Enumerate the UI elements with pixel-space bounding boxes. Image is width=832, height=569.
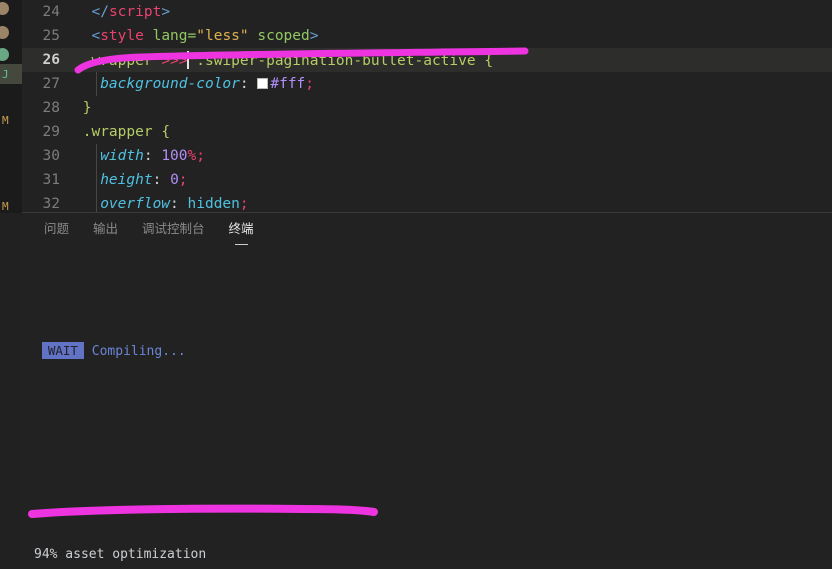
token-css-property: overflow: [100, 196, 171, 212]
token-number: 100: [161, 148, 188, 164]
tab-label: 输出: [93, 222, 119, 236]
code-line[interactable]: 28 }: [22, 96, 832, 120]
token-colon: :: [170, 196, 188, 212]
line-number: 25: [42, 28, 60, 44]
tab-problems[interactable]: 问题: [32, 215, 81, 243]
token-attr-name: lang=: [143, 28, 197, 44]
code-content[interactable]: .wrapper >>> .swiper-pagination-bullet-a…: [74, 51, 493, 69]
line-number: 26: [42, 52, 60, 68]
code-content[interactable]: overflow: hidden;: [74, 196, 249, 212]
explorer-marker-js-icon: J: [2, 68, 9, 81]
code-content[interactable]: .wrapper {: [74, 124, 170, 140]
token-brace: {: [161, 124, 171, 140]
line-number: 32: [42, 196, 60, 212]
git-status-modified-marker-2: M: [2, 200, 9, 213]
terminal-text: Compiling...: [91, 344, 186, 359]
token-semicolon: ;: [196, 148, 205, 164]
token-semicolon: ;: [178, 172, 188, 188]
token-brace: {: [484, 53, 494, 69]
terminal-row-progress: 94% asset optimization: [34, 546, 832, 563]
token-brace: }: [82, 100, 92, 116]
terminal-row-compiling: WAIT Compiling...: [34, 342, 832, 359]
token-colon: :: [143, 148, 162, 164]
token-tag-name: script: [108, 4, 162, 20]
token-css-selector: .wrapper: [82, 53, 162, 69]
tab-debug-console[interactable]: 调试控制台: [130, 215, 217, 243]
tab-label: 调试控制台: [142, 222, 205, 236]
token-punctuation: </: [91, 4, 109, 20]
code-content[interactable]: <style lang="less" scoped>: [74, 28, 318, 44]
token-number: 0: [170, 172, 179, 188]
explorer-edge-strip: J M M: [0, 0, 22, 213]
code-content[interactable]: height: 0;: [74, 172, 188, 188]
status-badge-wait: WAIT: [41, 342, 84, 359]
token-deep-combinator: >>>: [161, 53, 188, 69]
terminal-blank-row: [34, 393, 832, 410]
code-line[interactable]: 27 background-color: #fff;: [22, 72, 832, 96]
code-line[interactable]: 29 .wrapper {: [22, 120, 832, 144]
tab-output[interactable]: 输出: [81, 215, 130, 243]
line-number: 29: [42, 124, 60, 140]
token-color-value: #fff: [270, 76, 306, 92]
token-punctuation: >: [309, 28, 319, 44]
token-punctuation: <: [91, 28, 101, 44]
token-punctuation: >: [161, 4, 171, 20]
terminal-text: 94% asset optimization: [34, 547, 207, 562]
git-status-modified-marker-1: M: [2, 114, 9, 127]
token-keyword: hidden: [187, 196, 240, 212]
code-line-active[interactable]: 26 .wrapper >>> .swiper-pagination-bulle…: [22, 48, 832, 72]
code-editor[interactable]: 24 </script> 25 <style lang="less" scope…: [22, 0, 832, 213]
tab-label: 问题: [44, 222, 70, 236]
token-unit: %: [187, 148, 197, 164]
tab-terminal[interactable]: 终端: [217, 215, 266, 245]
terminal-blank-row: [34, 444, 832, 461]
token-css-selector: .swiper-pagination-bullet-active: [187, 53, 485, 69]
line-number: 31: [42, 172, 60, 188]
token-semicolon: ;: [239, 196, 249, 212]
tab-active-underline: [234, 244, 248, 245]
code-line[interactable]: 32 overflow: hidden;: [22, 192, 832, 213]
token-semicolon: ;: [305, 76, 315, 92]
tab-label: 终端: [228, 222, 254, 236]
line-number: 28: [42, 100, 60, 116]
panel-tab-bar: 问题 输出 调试控制台 终端: [22, 213, 832, 245]
line-number: 24: [42, 4, 60, 20]
token-attr-value: "less": [196, 28, 249, 44]
color-swatch-icon[interactable]: [257, 78, 269, 89]
terminal-blank-row: [34, 291, 832, 308]
token-colon: :: [239, 76, 258, 92]
token-css-property: width: [100, 148, 144, 164]
token-colon: :: [152, 172, 171, 188]
terminal-blank-row: [34, 495, 832, 512]
code-line[interactable]: 24 </script>: [22, 0, 832, 24]
code-line[interactable]: 25 <style lang="less" scoped>: [22, 24, 832, 48]
token-css-property: height: [100, 172, 153, 188]
code-content[interactable]: }: [74, 100, 92, 116]
terminal-output[interactable]: WAIT Compiling... 94% asset optimization…: [22, 247, 832, 569]
line-number: 30: [42, 148, 60, 164]
code-content[interactable]: background-color: #fff;: [74, 76, 314, 92]
code-content[interactable]: width: 100%;: [74, 148, 205, 164]
line-number: 27: [42, 76, 60, 92]
explorer-marker-dot-3: [0, 48, 9, 61]
token-attr-name: scoped: [248, 28, 310, 44]
explorer-marker-dot-2: [0, 26, 9, 39]
token-css-selector: .wrapper: [82, 124, 162, 140]
explorer-marker-dot-1: [0, 2, 9, 15]
bottom-panel: 问题 输出 调试控制台 终端 WAIT Compiling... 94% ass…: [22, 213, 832, 569]
code-content[interactable]: </script>: [74, 4, 170, 20]
code-line[interactable]: 31 height: 0;: [22, 168, 832, 192]
code-line[interactable]: 30 width: 100%;: [22, 144, 832, 168]
token-css-property: background-color: [100, 76, 240, 92]
token-tag-name: style: [100, 28, 144, 44]
vscode-window: J M M 24 </script> 25 <style lang="less"…: [0, 0, 832, 569]
